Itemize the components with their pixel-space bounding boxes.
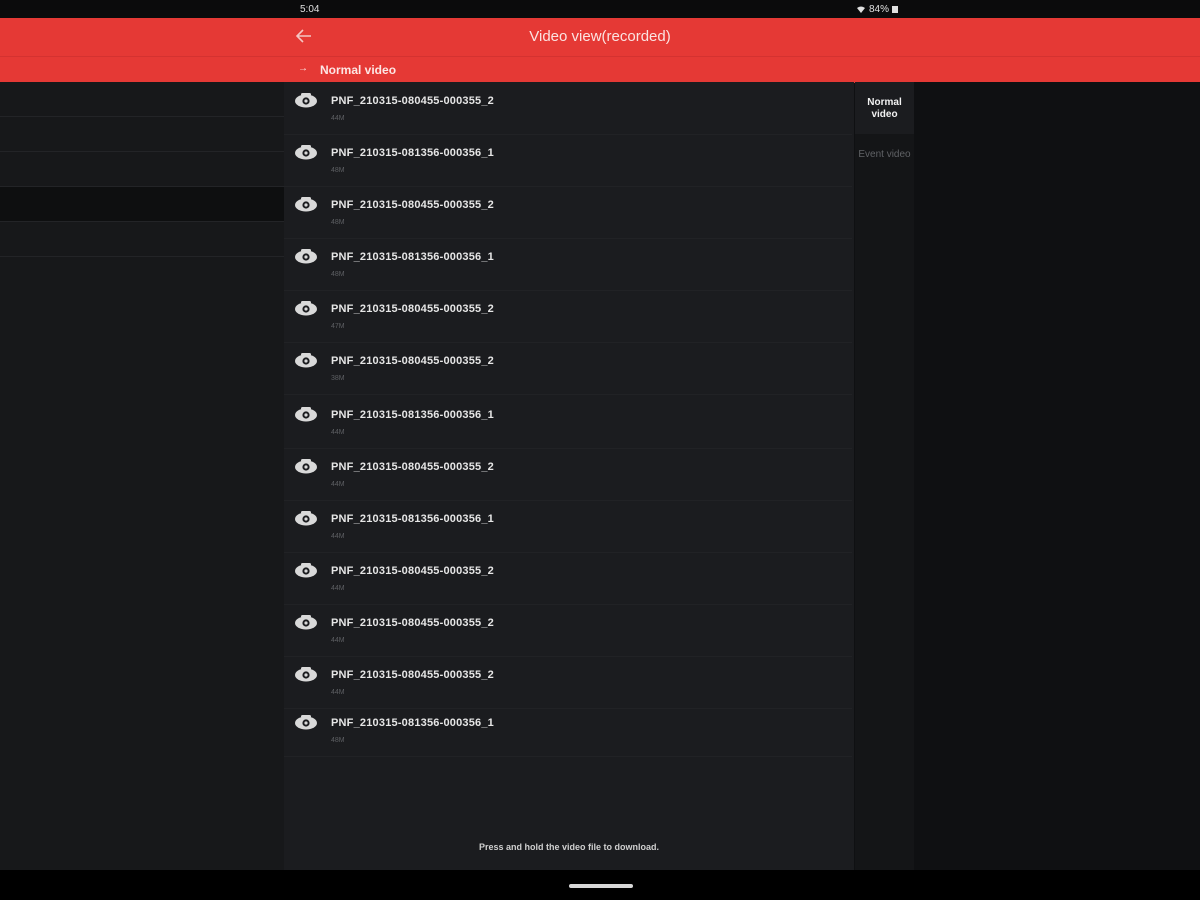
video-file-icon [295, 249, 317, 264]
tab-label: Normal video [867, 97, 902, 120]
file-size: 48M [331, 167, 345, 174]
file-item[interactable]: PNF_210315-081356-000356_1 44M [284, 396, 852, 449]
file-size: 44M [331, 533, 345, 540]
download-hint: Press and hold the video file to downloa… [478, 842, 660, 852]
right-pane [914, 82, 1200, 870]
file-item[interactable]: PNF_210315-080455-000355_2 44M [284, 552, 852, 605]
file-item[interactable]: PNF_210315-081356-000356_1 48M [284, 238, 852, 291]
video-type-tabs: Normal video Event video [855, 82, 914, 870]
status-time: 5:04 [300, 4, 320, 15]
video-file-icon [295, 407, 317, 422]
folder-breadcrumb: → Normal video [0, 56, 1200, 83]
battery-percent: 84% [869, 4, 890, 15]
tab-label: Event video [858, 149, 911, 160]
arrow-right-icon: → [298, 63, 308, 74]
video-file-icon [295, 563, 317, 578]
file-item[interactable]: PNF_210315-081356-000356_1 44M [284, 500, 852, 553]
file-size: 47M [331, 323, 345, 330]
file-name: PNF_210315-081356-000356_1 [331, 409, 494, 421]
video-file-icon [295, 353, 317, 368]
file-name: PNF_210315-080455-000355_2 [331, 303, 494, 315]
left-row [0, 187, 284, 222]
left-row [0, 222, 284, 257]
file-size: 44M [331, 481, 345, 488]
navigation-bar [0, 870, 1200, 900]
file-size: 44M [331, 115, 345, 122]
video-file-icon [295, 459, 317, 474]
left-row [0, 117, 284, 152]
file-name: PNF_210315-080455-000355_2 [331, 95, 494, 107]
file-name: PNF_210315-080455-000355_2 [331, 669, 494, 681]
left-row [0, 152, 284, 187]
file-size: 44M [331, 637, 345, 644]
file-item[interactable]: PNF_210315-081356-000356_1 48M [284, 134, 852, 187]
file-size: 48M [331, 271, 345, 278]
left-row [0, 82, 284, 117]
video-file-icon [295, 715, 317, 730]
file-item[interactable]: PNF_210315-081356-000356_1 48M [284, 704, 852, 757]
file-name: PNF_210315-081356-000356_1 [331, 513, 494, 525]
video-file-icon [295, 667, 317, 682]
file-item[interactable]: PNF_210315-080455-000355_2 47M [284, 290, 852, 343]
file-item[interactable]: PNF_210315-080455-000355_2 44M [284, 82, 852, 135]
file-size: 38M [331, 375, 345, 382]
file-name: PNF_210315-080455-000355_2 [331, 199, 494, 211]
video-file-icon [295, 615, 317, 630]
file-name: PNF_210315-080455-000355_2 [331, 565, 494, 577]
file-name: PNF_210315-080455-000355_2 [331, 461, 494, 473]
file-name: PNF_210315-081356-000356_1 [331, 717, 494, 729]
battery-icon [892, 6, 899, 13]
video-file-icon [295, 145, 317, 160]
tab-normal-video[interactable]: Normal video [855, 82, 914, 134]
video-file-icon [295, 197, 317, 212]
wifi-icon [857, 6, 865, 13]
file-item[interactable]: PNF_210315-080455-000355_2 44M [284, 656, 852, 709]
file-size: 44M [331, 689, 345, 696]
breadcrumb-label: Normal video [320, 63, 397, 77]
video-file-icon [295, 511, 317, 526]
left-pane [0, 82, 284, 870]
status-indicators: 84% [856, 4, 899, 15]
file-item[interactable]: PNF_210315-080455-000355_2 44M [284, 448, 852, 501]
file-size: 44M [331, 585, 345, 592]
file-name: PNF_210315-081356-000356_1 [331, 251, 494, 263]
home-handle[interactable] [569, 884, 633, 888]
file-name: PNF_210315-080455-000355_2 [331, 617, 494, 629]
file-size: 48M [331, 219, 345, 226]
video-file-icon [295, 301, 317, 316]
video-file-list: PNF_210315-080455-000355_2 44M PNF_210315-… [284, 82, 854, 870]
file-name: PNF_210315-080455-000355_2 [331, 355, 494, 367]
app-bar: Video view(recorded) [0, 18, 1200, 56]
file-item[interactable]: PNF_210315-080455-000355_2 48M [284, 186, 852, 239]
file-size: 48M [331, 737, 345, 744]
tab-event-video[interactable]: Event video [855, 134, 914, 186]
file-item[interactable]: PNF_210315-080455-000355_2 44M [284, 604, 852, 657]
video-file-icon [295, 93, 317, 108]
status-bar: 5:04 84% [0, 0, 1200, 18]
file-item[interactable]: PNF_210315-080455-000355_2 38M [284, 342, 852, 395]
file-size: 44M [331, 429, 345, 436]
file-name: PNF_210315-081356-000356_1 [331, 147, 494, 159]
page-title: Video view(recorded) [529, 28, 671, 45]
